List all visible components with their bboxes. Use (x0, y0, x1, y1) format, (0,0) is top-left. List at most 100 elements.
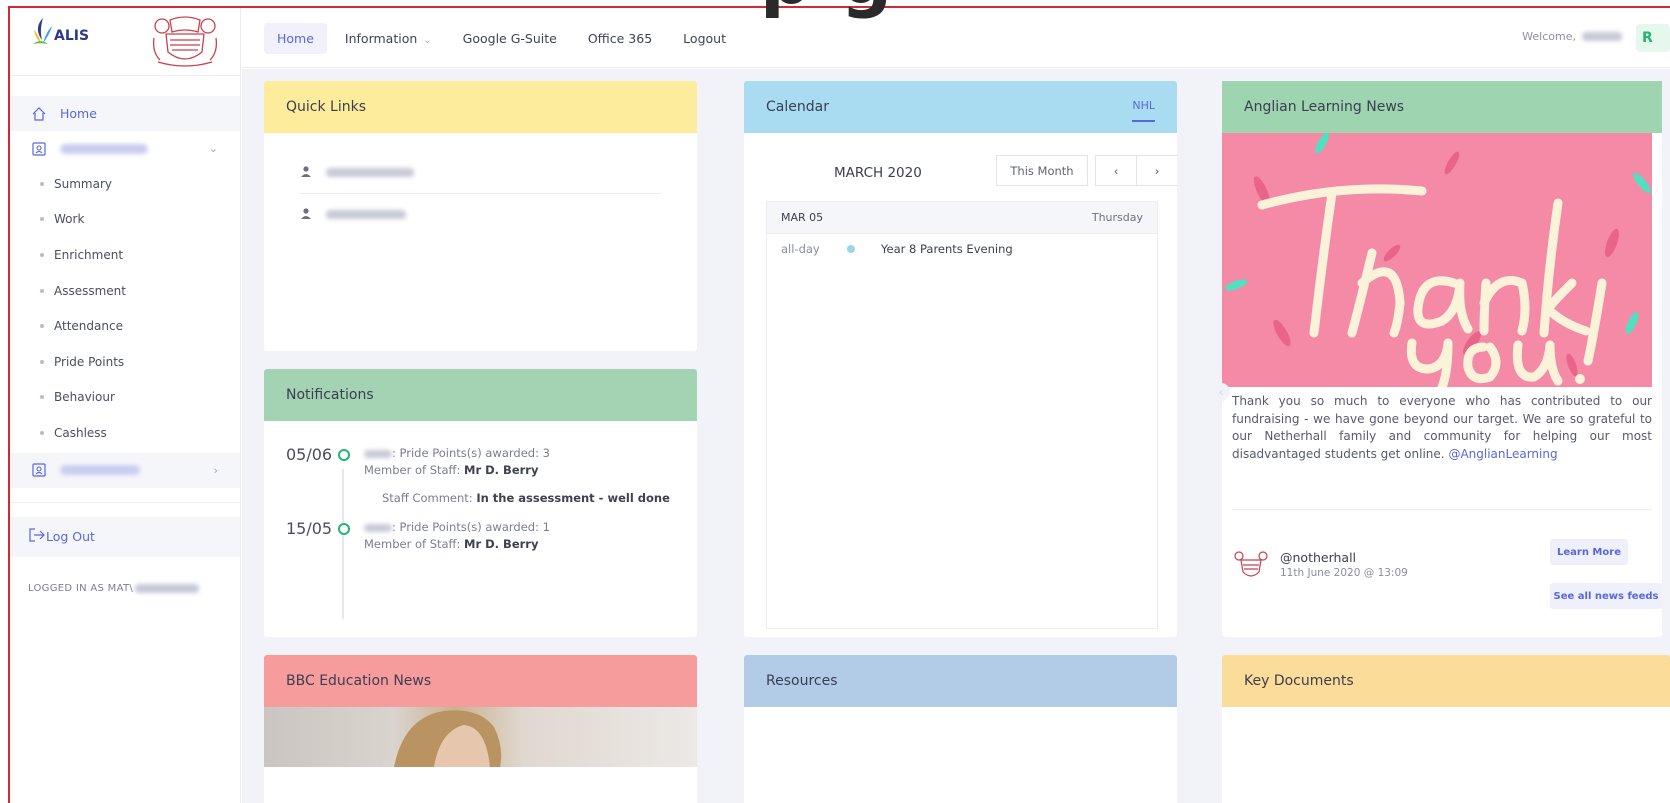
this-month-button[interactable]: This Month (996, 155, 1088, 186)
news-author: @notherhall 11th June 2020 @ 13:09 (1232, 548, 1408, 580)
bbc-news-header: BBC Education News (264, 655, 697, 707)
bullet-dot (40, 395, 44, 400)
sidebar-nav: Home ⌄ Summary Work Enrichment Assessmen… (10, 76, 240, 594)
news-author-date: 11th June 2020 @ 13:09 (1280, 566, 1408, 579)
resources-card: Resources (744, 655, 1177, 803)
home-icon (30, 105, 48, 123)
quick-links-title: Quick Links (286, 99, 367, 115)
news-author-handle[interactable]: @notherhall (1280, 550, 1408, 565)
comment-text: In the assessment - well done (476, 491, 670, 505)
sub-item-label: Summary (54, 176, 112, 191)
timeline-dot (338, 449, 350, 461)
chevron-down-icon[interactable]: ⌄ (209, 142, 218, 155)
notification-body: : Pride Points(s) awarded: 1 Member of S… (364, 519, 550, 553)
logo-area: ALIS (10, 8, 240, 76)
notifications-header: Notifications (264, 369, 697, 421)
avatar[interactable]: R (1636, 24, 1670, 52)
bullet-dot (40, 181, 44, 186)
sidebar-item-home[interactable]: Home (10, 96, 240, 131)
chevron-right-icon[interactable]: › (214, 464, 218, 477)
news-mention-link[interactable]: @AnglianLearning (1448, 447, 1557, 461)
sidebar-item-cashless[interactable]: Cashless (10, 415, 240, 451)
top-navbar: Home Information ⌄ Google G-Suite Office … (242, 8, 1670, 68)
calendar-list-view: MAR 05 Thursday all-day Year 8 Parents E… (766, 201, 1158, 629)
calendar-event[interactable]: all-day Year 8 Parents Evening (767, 234, 1157, 264)
staff-label: Member of Staff: (364, 537, 461, 551)
alis-logo-text: ALIS (54, 28, 90, 44)
notifications-card: Notifications 05/06 : Pride Points(s) aw… (264, 369, 697, 637)
student-1-name-redacted (60, 143, 148, 154)
sidebar-student-1[interactable]: ⌄ (10, 131, 240, 166)
notification-date: 15/05 (286, 519, 333, 538)
sidebar: ALIS Home ⌄ Summary Work Enrichment Asse… (10, 8, 241, 803)
sidebar-divider (10, 501, 240, 503)
staff-comment: Staff Comment: In the assessment - well … (286, 491, 677, 505)
day-weekday: Thursday (1091, 211, 1143, 224)
crest-avatar-icon (1234, 551, 1268, 577)
sidebar-item-pride-points[interactable]: Pride Points (10, 344, 240, 380)
sidebar-item-work[interactable]: Work (10, 202, 240, 238)
sidebar-item-enrichment[interactable]: Enrichment (10, 237, 240, 273)
quick-link-item[interactable] (300, 151, 661, 193)
resources-title: Resources (766, 673, 838, 689)
quick-links-card: Quick Links (264, 81, 697, 351)
quick-link-item[interactable] (300, 193, 661, 235)
tab-nhl[interactable]: NHL (1132, 99, 1155, 122)
news-header: Anglian Learning News (1222, 81, 1662, 133)
topnav-information-label: Information (344, 30, 418, 46)
sub-item-label: Work (54, 212, 85, 227)
bbc-news-image[interactable] (264, 707, 697, 767)
calendar-title: Calendar (766, 99, 829, 115)
student-name-redacted (364, 523, 392, 532)
staff-name: Mr D. Berry (464, 463, 539, 477)
student-name-redacted (326, 167, 414, 177)
sub-item-label: Assessment (54, 283, 126, 298)
alis-logo[interactable]: ALIS (30, 16, 89, 50)
event-title: Year 8 Parents Evening (881, 242, 1013, 256)
user-name-redacted (1582, 32, 1622, 41)
topnav-information[interactable]: Information ⌄ (332, 23, 445, 54)
sidebar-item-behaviour[interactable]: Behaviour (10, 380, 240, 416)
topnav-logout[interactable]: Logout (670, 23, 739, 54)
prev-month-button[interactable]: ‹ (1095, 155, 1137, 186)
bullet-dot (40, 217, 44, 222)
day-date: MAR 05 (781, 211, 824, 224)
next-month-button[interactable]: › (1136, 155, 1177, 186)
person-icon (300, 207, 312, 222)
topnav-office-365[interactable]: Office 365 (575, 23, 665, 54)
notification-date: 05/06 (286, 445, 333, 464)
points-text: : Pride Points(s) awarded: 1 (392, 520, 550, 534)
carousel-prev-icon[interactable]: ‹ (1212, 383, 1230, 401)
id-card-icon (30, 461, 48, 479)
thank-you-illustration (1222, 133, 1652, 387)
bbc-photo (394, 710, 502, 767)
see-all-news-button[interactable]: See all news feeds (1550, 583, 1662, 609)
username-redacted (135, 583, 200, 593)
sub-item-label: Attendance (54, 319, 123, 334)
sub-item-label: Enrichment (54, 247, 124, 262)
bullet-dot (40, 252, 44, 257)
chevron-down-icon: ⌄ (423, 34, 432, 46)
topnav-home[interactable]: Home (264, 22, 327, 54)
sub-item-label: Pride Points (54, 354, 125, 369)
student-1-submenu: Summary Work Enrichment Assessment Atten… (10, 166, 240, 451)
learn-more-button[interactable]: Learn More (1550, 539, 1628, 565)
topnav-google-gsuite[interactable]: Google G-Suite (450, 23, 570, 54)
key-documents-header: Key Documents (1222, 655, 1670, 707)
sidebar-item-assessment[interactable]: Assessment (10, 273, 240, 309)
news-divider (1232, 509, 1652, 510)
sub-item-label: Behaviour (54, 390, 115, 405)
news-title: Anglian Learning News (1244, 99, 1405, 115)
sidebar-logout[interactable]: Log Out (10, 516, 240, 557)
sidebar-item-attendance[interactable]: Attendance (10, 308, 240, 344)
news-image[interactable] (1222, 133, 1652, 387)
student-name-redacted (326, 210, 406, 219)
notification-entry: 15/05 : Pride Points(s) awarded: 1 Membe… (286, 519, 677, 553)
news-body-text: Thank you so much to everyone who has co… (1232, 394, 1652, 461)
key-documents-title: Key Documents (1244, 673, 1354, 689)
bbc-news-title: BBC Education News (286, 673, 432, 689)
sidebar-item-summary[interactable]: Summary (10, 166, 240, 202)
bullet-dot (40, 288, 44, 293)
person-icon (300, 165, 312, 180)
sidebar-student-2[interactable]: › (10, 452, 240, 488)
